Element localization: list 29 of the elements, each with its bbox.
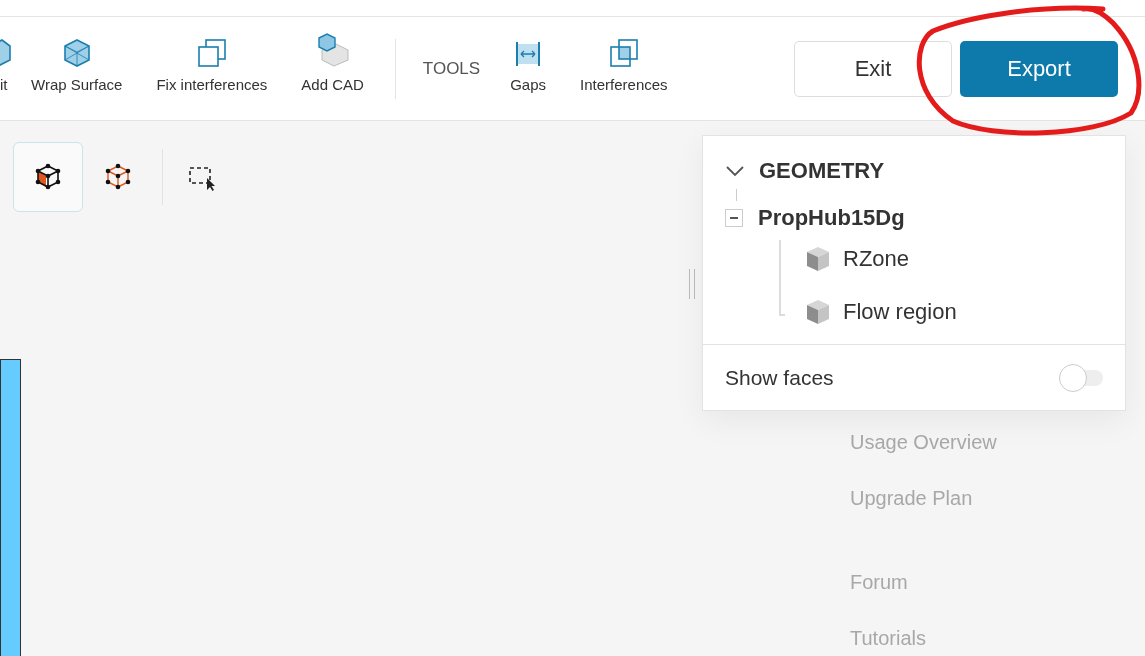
section-label: TOOLS <box>422 57 481 80</box>
cube-icon <box>0 38 12 68</box>
cube-icon <box>805 244 831 273</box>
collapse-toggle[interactable] <box>725 208 743 227</box>
toolbar-button[interactable]: Fix interferences <box>139 26 285 111</box>
cube-icon <box>805 297 831 326</box>
solid-cube-icon <box>33 162 63 192</box>
chevron-icon <box>725 164 745 177</box>
tree-item[interactable]: PropHub15Dg <box>758 201 905 234</box>
exit-button[interactable]: Exit <box>794 40 952 97</box>
toolbar-button[interactable]: Gaps <box>493 26 564 111</box>
toggle-label: Show faces <box>725 364 834 391</box>
tree-item[interactable]: RZone <box>843 242 910 275</box>
resize-handle[interactable] <box>689 269 695 299</box>
cubes-icon <box>315 30 350 68</box>
tree-item[interactable]: Flow region <box>843 295 957 328</box>
view-mode-button[interactable] <box>13 142 83 212</box>
mesh-cube-icon <box>61 38 92 68</box>
toolbar-button[interactable]: Add CAD <box>284 26 381 111</box>
toolbar-button[interactable]: Interferences <box>563 26 685 111</box>
overlapping-squares-icon <box>608 38 639 68</box>
section-header[interactable]: GEOMETRY <box>725 154 885 187</box>
gap-arrows-icon <box>514 40 543 68</box>
toolbar-button[interactable]: Wrap Surface <box>14 26 140 111</box>
export-button[interactable]: Export <box>960 40 1118 97</box>
wireframe-cube-icon <box>103 162 133 192</box>
toggle-switch[interactable] <box>1059 363 1103 392</box>
toolbar-button[interactable]: it <box>0 26 14 111</box>
overlapping-squares-icon <box>196 38 227 68</box>
